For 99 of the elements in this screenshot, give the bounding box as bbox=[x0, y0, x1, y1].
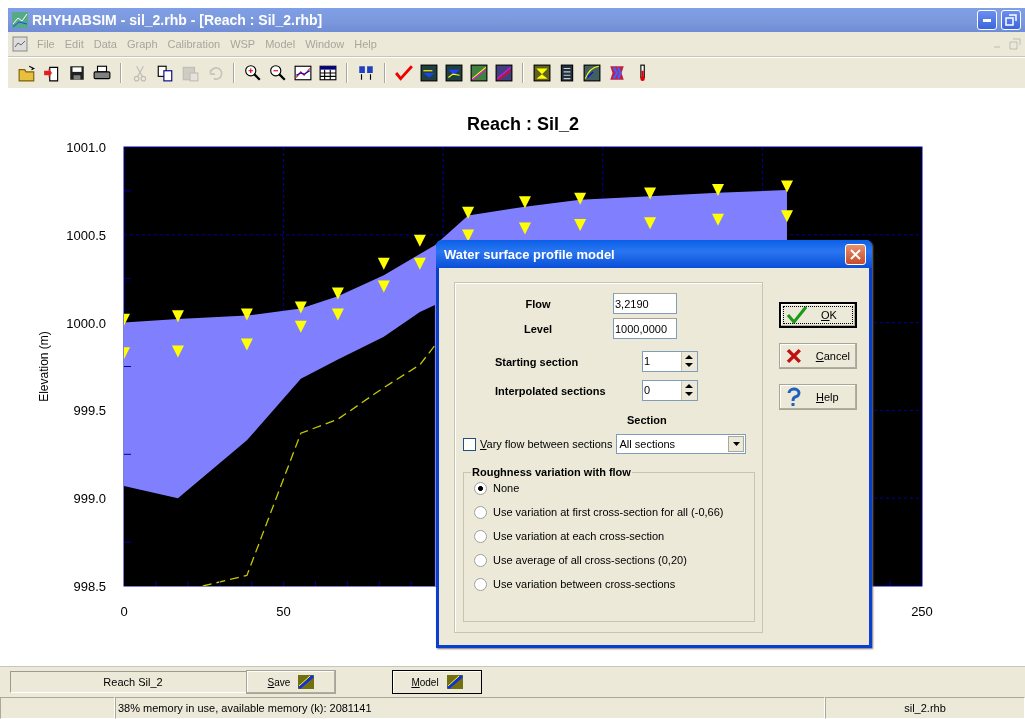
water-level-marker bbox=[574, 192, 587, 205]
minimize-button[interactable] bbox=[977, 10, 997, 30]
water-level-marker bbox=[574, 219, 587, 231]
app-icon bbox=[12, 12, 28, 28]
radio-label[interactable]: None bbox=[493, 482, 520, 494]
question-mark-icon bbox=[786, 387, 802, 407]
field-label: Starting section bbox=[495, 355, 580, 368]
section-dropdown[interactable]: All sections bbox=[616, 434, 747, 454]
radio-label[interactable]: Use variation at each cross-section bbox=[493, 530, 665, 542]
water-level-marker bbox=[413, 257, 426, 270]
model-button[interactable]: Save bbox=[246, 670, 336, 694]
water-level-marker bbox=[171, 345, 184, 358]
y-tick-label: 999.0 bbox=[73, 491, 106, 507]
x-tick-label: 250 bbox=[911, 604, 933, 619]
ok-button[interactable]: OK bbox=[779, 302, 857, 328]
y-tick-label: 998.5 bbox=[73, 579, 106, 594]
y-axis-label: Elevation (m) bbox=[37, 331, 51, 402]
water-level-marker bbox=[171, 310, 184, 323]
check-icon bbox=[787, 306, 807, 324]
field-label: Interpolated sections bbox=[495, 384, 607, 397]
water-level-marker bbox=[413, 234, 426, 247]
table-icon[interactable] bbox=[319, 64, 337, 82]
water-level-marker bbox=[462, 206, 475, 219]
spin-field[interactable]: 0 bbox=[642, 380, 698, 401]
water-level-marker bbox=[462, 229, 475, 242]
water-level-marker bbox=[331, 308, 344, 321]
chart-icon bbox=[446, 675, 463, 689]
memory-status: 38% memory in use, available memory (k): 2081141 bbox=[115, 697, 825, 719]
radio-button[interactable] bbox=[474, 481, 487, 495]
water-level-marker bbox=[781, 210, 793, 223]
zoom-in-icon[interactable] bbox=[244, 64, 262, 82]
y-tick-label: 1000.5 bbox=[66, 227, 106, 243]
water-level-marker bbox=[712, 183, 725, 196]
checkbox-label[interactable]: Vary flow between sections bbox=[480, 438, 613, 450]
y-tick-label: 1001.0 bbox=[66, 140, 106, 155]
water-level-marker bbox=[240, 338, 253, 351]
water-level-marker bbox=[124, 313, 130, 326]
chart-icon[interactable] bbox=[420, 64, 438, 82]
minimize-icon bbox=[983, 18, 991, 22]
water-level-marker bbox=[518, 196, 531, 209]
radio-label[interactable]: Use variation at first cross-section for all (-0,66) bbox=[493, 506, 724, 518]
radio-button[interactable] bbox=[474, 553, 487, 567]
water-level-marker bbox=[377, 280, 390, 293]
water-level-marker bbox=[644, 187, 657, 200]
cancel-button[interactable]: Cancel bbox=[779, 343, 857, 369]
radio-label[interactable]: Use variation between cross-sections bbox=[493, 578, 676, 590]
y-tick-label: 1000.0 bbox=[66, 315, 106, 331]
water-level-marker bbox=[294, 320, 307, 333]
spin-field[interactable]: 1 bbox=[642, 351, 698, 372]
section-heading: Section bbox=[627, 414, 668, 426]
y-tick-label: 999.5 bbox=[73, 403, 106, 419]
chart-icon[interactable] bbox=[445, 64, 463, 82]
radio-button[interactable] bbox=[474, 577, 487, 591]
water-level-marker bbox=[518, 222, 531, 235]
document-arrow-icon[interactable] bbox=[43, 64, 61, 82]
copy-icon[interactable] bbox=[156, 64, 174, 82]
chart-title: Reach : Sil_2 bbox=[466, 114, 580, 134]
check-icon[interactable] bbox=[395, 64, 413, 82]
model-button[interactable]: Model bbox=[392, 670, 482, 694]
number-field[interactable]: 1000,0000 bbox=[613, 318, 677, 339]
water-level-marker bbox=[781, 180, 793, 193]
water-level-marker bbox=[331, 287, 344, 300]
water-level-marker bbox=[377, 257, 390, 270]
help-button[interactable]: Help bbox=[779, 384, 857, 410]
water-level-marker bbox=[294, 301, 307, 314]
number-field[interactable]: 3,2190 bbox=[613, 293, 677, 314]
radio-button[interactable] bbox=[474, 505, 487, 519]
file-name-status: sil_2.rhb bbox=[825, 697, 1025, 719]
dialog-title: Water surface profile model bbox=[444, 246, 616, 262]
radio-button[interactable] bbox=[474, 529, 487, 543]
checkbox[interactable] bbox=[463, 437, 476, 451]
close-icon bbox=[786, 348, 802, 364]
window-title: RHYHABSIM - sil_2.rhb - [Reach : Sil_2.rhb] bbox=[32, 12, 324, 28]
radio-label[interactable]: Use average of all cross-sections (0,20) bbox=[493, 554, 687, 566]
field-label: Level bbox=[522, 322, 554, 335]
color-map-icon[interactable] bbox=[608, 64, 626, 82]
split-arrows-icon[interactable] bbox=[357, 64, 375, 82]
zoom-out-icon[interactable] bbox=[269, 64, 287, 82]
field-label: Flow bbox=[524, 297, 552, 310]
water-level-marker bbox=[124, 347, 130, 360]
group-title: Roughness variation with flow bbox=[471, 466, 632, 478]
chart-icon[interactable] bbox=[583, 64, 601, 82]
folder-icon[interactable] bbox=[18, 64, 36, 82]
dropdown-arrow-icon[interactable] bbox=[733, 442, 740, 446]
list-icon[interactable] bbox=[558, 64, 576, 82]
water-level-marker bbox=[712, 213, 725, 226]
printer-icon[interactable] bbox=[93, 64, 111, 82]
chart-icon[interactable] bbox=[470, 64, 488, 82]
close-button[interactable] bbox=[845, 243, 866, 265]
document-icon[interactable] bbox=[12, 36, 28, 52]
x-tick-label: 0 bbox=[120, 604, 128, 619]
restore-button[interactable] bbox=[1001, 10, 1021, 30]
chart-icon bbox=[298, 675, 315, 689]
line-chart-icon[interactable] bbox=[294, 64, 312, 82]
water-level-marker bbox=[240, 308, 253, 321]
close-icon bbox=[850, 248, 861, 260]
water-level-marker bbox=[644, 217, 657, 230]
chart-icon[interactable] bbox=[533, 64, 551, 82]
x-tick-label: 50 bbox=[276, 604, 291, 619]
